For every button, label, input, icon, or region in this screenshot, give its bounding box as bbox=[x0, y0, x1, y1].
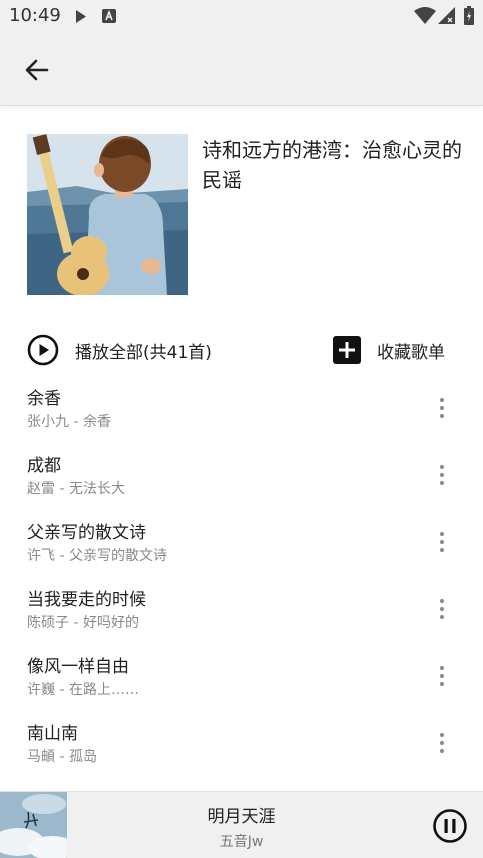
playlist-actions: 播放全部(共41首) 收藏歌单 bbox=[0, 330, 483, 370]
signal-icon bbox=[438, 7, 455, 24]
song-list: 余香 张小九 - 余香 成都 赵雷 - 无法长大 父亲写的散文诗 许飞 - 父亲… bbox=[0, 378, 483, 780]
more-vert-icon[interactable] bbox=[428, 593, 456, 625]
status-bar: 10:49 bbox=[0, 0, 483, 33]
song-item[interactable]: 像风一样自由 许巍 - 在路上…… bbox=[0, 646, 483, 713]
playlist-cover bbox=[27, 134, 188, 295]
song-name: 像风一样自由 bbox=[27, 657, 129, 677]
song-subtitle: 赵雷 - 无法长大 bbox=[27, 481, 125, 497]
song-subtitle: 张小九 - 余香 bbox=[27, 414, 111, 430]
more-vert-icon[interactable] bbox=[428, 526, 456, 558]
play-circle-icon bbox=[27, 334, 59, 366]
song-name: 成都 bbox=[27, 456, 61, 476]
song-subtitle: 陈硕子 - 好吗好的 bbox=[27, 615, 139, 631]
arrow-left-icon[interactable] bbox=[20, 53, 54, 87]
wifi-icon bbox=[414, 7, 436, 24]
guitar-boy-cover bbox=[27, 134, 188, 295]
album-art-icon bbox=[0, 792, 67, 858]
collect-playlist-button[interactable]: 收藏歌单 bbox=[333, 332, 445, 368]
now-playing-bar[interactable]: 明月天涯 五音Jw bbox=[0, 791, 483, 858]
song-subtitle: 许巍 - 在路上…… bbox=[27, 682, 139, 698]
song-item[interactable]: 成都 赵雷 - 无法长大 bbox=[0, 445, 483, 512]
add-box-icon bbox=[333, 336, 361, 364]
now-playing-artist: 五音Jw bbox=[219, 834, 264, 850]
song-item[interactable]: 余香 张小九 - 余香 bbox=[0, 378, 483, 445]
more-vert-icon[interactable] bbox=[428, 392, 456, 424]
playlist-title: 诗和远方的港湾：治愈心灵的民谣 bbox=[202, 138, 462, 192]
status-time: 10:49 bbox=[9, 5, 61, 26]
song-name: 父亲写的散文诗 bbox=[27, 523, 146, 543]
song-subtitle: 马頔 - 孤岛 bbox=[27, 749, 97, 765]
collect-label: 收藏歌单 bbox=[377, 342, 445, 363]
now-playing-title: 明月天涯 bbox=[207, 807, 276, 827]
pause-circle-icon[interactable] bbox=[432, 808, 468, 844]
song-name: 当我要走的时候 bbox=[27, 590, 146, 610]
app-bar bbox=[0, 33, 483, 106]
song-item[interactable]: 南山南 马頔 - 孤岛 bbox=[0, 713, 483, 780]
a-box-icon bbox=[102, 9, 116, 23]
more-vert-icon[interactable] bbox=[428, 727, 456, 759]
play-all-button[interactable]: 播放全部(共41首) bbox=[27, 332, 212, 368]
battery-charging-icon bbox=[464, 6, 474, 25]
song-subtitle: 许飞 - 父亲写的散文诗 bbox=[27, 548, 167, 564]
play-all-label: 播放全部(共41首) bbox=[75, 342, 212, 363]
more-vert-icon[interactable] bbox=[428, 660, 456, 692]
now-playing-thumbnail bbox=[0, 792, 67, 858]
song-item[interactable]: 当我要走的时候 陈硕子 - 好吗好的 bbox=[0, 579, 483, 646]
play-icon bbox=[76, 10, 86, 23]
more-vert-icon[interactable] bbox=[428, 459, 456, 491]
song-name: 余香 bbox=[27, 389, 61, 409]
song-name: 南山南 bbox=[27, 724, 78, 744]
song-item[interactable]: 父亲写的散文诗 许飞 - 父亲写的散文诗 bbox=[0, 512, 483, 579]
